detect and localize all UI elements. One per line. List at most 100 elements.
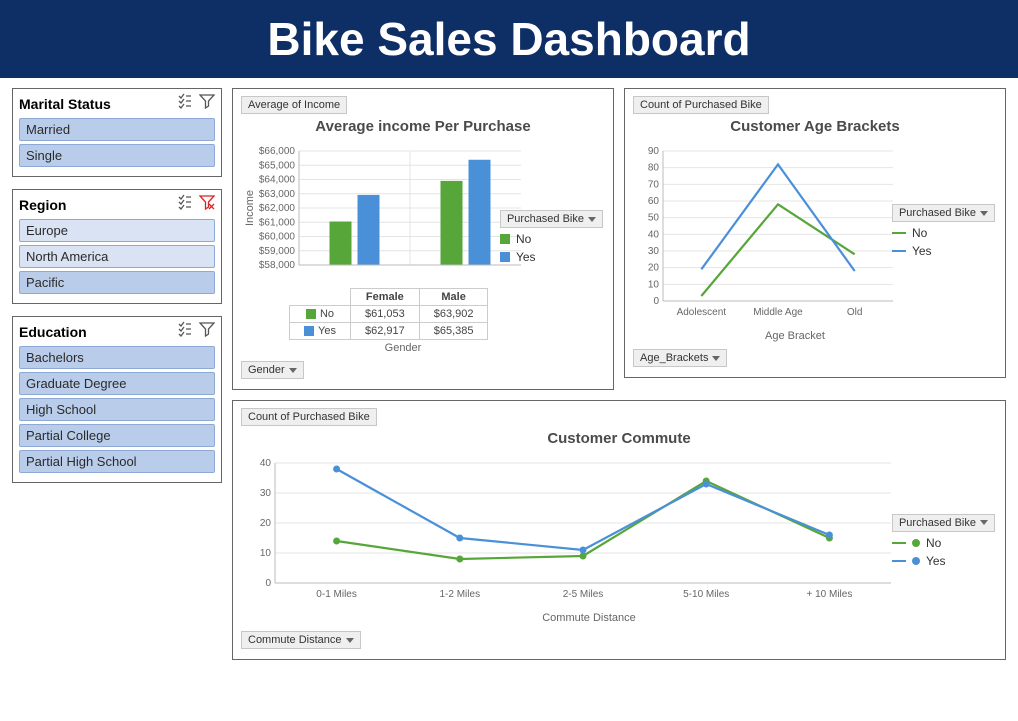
field-button-row-commute[interactable]: Commute Distance bbox=[241, 631, 361, 649]
svg-text:60: 60 bbox=[648, 196, 660, 207]
svg-text:$64,000: $64,000 bbox=[259, 175, 296, 186]
legend-dot-yes bbox=[912, 557, 920, 565]
multi-select-button[interactable] bbox=[177, 194, 193, 215]
svg-text:40: 40 bbox=[648, 229, 660, 240]
svg-text:2-5 Miles: 2-5 Miles bbox=[563, 589, 604, 600]
svg-text:$58,000: $58,000 bbox=[259, 260, 296, 271]
multi-select-icon bbox=[177, 93, 193, 109]
svg-text:$63,000: $63,000 bbox=[259, 189, 296, 200]
field-button-value-age[interactable]: Count of Purchased Bike bbox=[633, 96, 769, 114]
multi-select-button[interactable] bbox=[177, 321, 193, 342]
svg-text:$62,000: $62,000 bbox=[259, 203, 296, 214]
slicer-item[interactable]: Married bbox=[19, 118, 215, 141]
svg-text:10: 10 bbox=[648, 279, 660, 290]
svg-text:5-10 Miles: 5-10 Miles bbox=[683, 589, 729, 600]
svg-text:80: 80 bbox=[648, 163, 660, 174]
field-button-row-age[interactable]: Age_Brackets bbox=[633, 349, 727, 367]
slicer-item[interactable]: High School bbox=[19, 398, 215, 421]
slicer-item[interactable]: Bachelors bbox=[19, 346, 215, 369]
slicer-item[interactable]: Graduate Degree bbox=[19, 372, 215, 395]
svg-text:20: 20 bbox=[260, 518, 272, 529]
legend-swatch-no bbox=[500, 234, 510, 244]
clear-filter-icon bbox=[199, 321, 215, 337]
svg-text:+ 10 Miles: + 10 Miles bbox=[806, 589, 852, 600]
svg-text:50: 50 bbox=[648, 213, 660, 224]
legend-age: Purchased Bike No Yes bbox=[892, 204, 995, 262]
slicer-item[interactable]: Pacific bbox=[19, 271, 215, 294]
slicer-region: Region Europe North America Pacific bbox=[12, 189, 222, 304]
svg-text:$61,000: $61,000 bbox=[259, 217, 296, 228]
svg-text:Income: Income bbox=[244, 190, 256, 226]
chevron-down-icon bbox=[346, 638, 354, 643]
svg-text:Old: Old bbox=[847, 307, 863, 318]
svg-text:90: 90 bbox=[648, 146, 660, 157]
slicer-title: Region bbox=[19, 197, 66, 213]
slicer-item[interactable]: Partial High School bbox=[19, 450, 215, 473]
legend-field-button-age[interactable]: Purchased Bike bbox=[892, 204, 995, 222]
svg-text:$65,000: $65,000 bbox=[259, 160, 296, 171]
legend-income: Purchased Bike No Yes bbox=[500, 210, 603, 268]
svg-text:$66,000: $66,000 bbox=[259, 146, 296, 157]
slicer-education: Education Bachelors Graduate Degree High Sc… bbox=[12, 316, 222, 483]
clear-filter-button[interactable] bbox=[199, 321, 215, 342]
svg-text:$59,000: $59,000 bbox=[259, 246, 296, 257]
field-button-row-gender[interactable]: Gender bbox=[241, 361, 304, 379]
legend-field-button-commute[interactable]: Purchased Bike bbox=[892, 514, 995, 532]
chevron-down-icon bbox=[980, 211, 988, 216]
multi-select-icon bbox=[177, 321, 193, 337]
chart-card-age-brackets: Count of Purchased Bike Customer Age Bra… bbox=[624, 88, 1006, 378]
svg-text:1-2 Miles: 1-2 Miles bbox=[440, 589, 481, 600]
legend-commute: Purchased Bike No Yes bbox=[892, 514, 995, 572]
field-button-value-income[interactable]: Average of Income bbox=[241, 96, 347, 114]
svg-text:40: 40 bbox=[260, 458, 272, 469]
field-button-value-commute[interactable]: Count of Purchased Bike bbox=[241, 408, 377, 426]
slicer-item[interactable]: North America bbox=[19, 245, 215, 268]
slicer-item[interactable]: Partial College bbox=[19, 424, 215, 447]
chevron-down-icon bbox=[980, 520, 988, 525]
chart-income-data-table: FemaleMaleNo$61,053$63,902Yes$62,917$65,… bbox=[289, 288, 488, 340]
svg-text:Middle Age: Middle Age bbox=[753, 307, 803, 318]
chart-income: $58,000 $59,000 $60,000 $61,000 $62,000 $63,0… bbox=[241, 143, 531, 283]
legend-line-no bbox=[892, 232, 906, 234]
chart-title-age: Customer Age Brackets bbox=[633, 118, 997, 135]
chart-title-income: Average income Per Purchase bbox=[241, 118, 605, 135]
legend-line-yes bbox=[892, 250, 906, 252]
legend-dot-no bbox=[912, 539, 920, 547]
dashboard-title-banner: Bike Sales Dashboard bbox=[0, 0, 1018, 78]
axis-label-gender: Gender bbox=[201, 342, 605, 354]
slicer-item[interactable]: Europe bbox=[19, 219, 215, 242]
slicer-title: Marital Status bbox=[19, 96, 111, 112]
svg-text:20: 20 bbox=[648, 263, 660, 274]
chart-commute: 0 10 20 30 40 0-1 Miles 1-2 Miles 2-5 Miles 5-10… bbox=[241, 455, 901, 605]
slicer-marital-status: Marital Status Married Single bbox=[12, 88, 222, 177]
svg-text:$60,000: $60,000 bbox=[259, 232, 296, 243]
clear-filter-button[interactable] bbox=[199, 93, 215, 114]
legend-swatch-yes bbox=[500, 252, 510, 262]
slicer-item[interactable]: Single bbox=[19, 144, 215, 167]
multi-select-button[interactable] bbox=[177, 93, 193, 114]
legend-field-button-income[interactable]: Purchased Bike bbox=[500, 210, 603, 228]
clear-filter-button[interactable] bbox=[199, 194, 215, 215]
chart-card-commute: Count of Purchased Bike Customer Commute… bbox=[232, 400, 1006, 660]
axis-label-age: Age Bracket bbox=[593, 330, 997, 342]
svg-text:0-1 Miles: 0-1 Miles bbox=[316, 589, 357, 600]
axis-label-commute: Commute Distance bbox=[181, 612, 997, 624]
svg-text:70: 70 bbox=[648, 179, 660, 190]
clear-filter-icon bbox=[199, 194, 215, 210]
svg-text:Adolescent: Adolescent bbox=[677, 307, 727, 318]
chart-card-income: Average of Income Average income Per Pur… bbox=[232, 88, 614, 390]
legend-line-yes bbox=[892, 560, 906, 562]
chevron-down-icon bbox=[588, 217, 596, 222]
chart-age-brackets: 0 10 20 30 40 50 60 70 80 90 Adolescent Middle Age O… bbox=[633, 143, 903, 323]
chevron-down-icon bbox=[712, 356, 720, 361]
svg-text:10: 10 bbox=[260, 548, 272, 559]
svg-text:30: 30 bbox=[648, 246, 660, 257]
slicer-title: Education bbox=[19, 324, 87, 340]
svg-text:30: 30 bbox=[260, 488, 272, 499]
legend-line-no bbox=[892, 542, 906, 544]
multi-select-icon bbox=[177, 194, 193, 210]
chevron-down-icon bbox=[289, 368, 297, 373]
svg-text:0: 0 bbox=[653, 296, 659, 307]
svg-text:0: 0 bbox=[265, 578, 271, 589]
clear-filter-icon bbox=[199, 93, 215, 109]
